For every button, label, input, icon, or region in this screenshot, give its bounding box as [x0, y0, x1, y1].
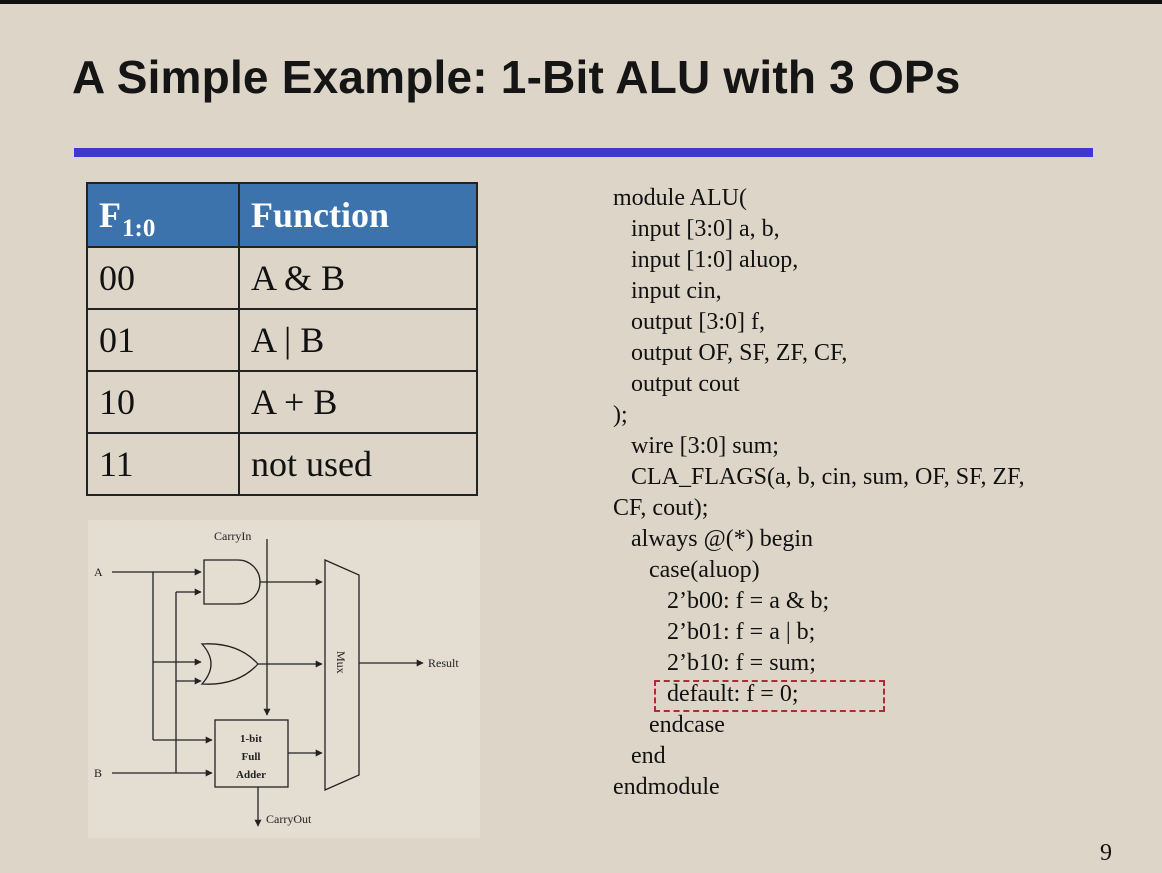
table-row: 01 A | B	[86, 308, 478, 372]
code-line: 2’b01: f = a | b;	[613, 619, 816, 645]
input-b-label: B	[94, 766, 102, 780]
function-cell: A + B	[238, 370, 478, 434]
function-table: F1:0 Function 00 A & B 01 A | B 10 A + B…	[86, 182, 478, 496]
code-line: CF, cout);	[613, 495, 709, 521]
carry-in-label: CarryIn	[214, 529, 251, 543]
header-cell-f: F1:0	[86, 182, 240, 248]
code-line: input cin,	[613, 278, 722, 304]
code-line: module ALU(	[613, 185, 747, 211]
code-line: output [3:0] f,	[613, 309, 765, 335]
adder-label-line3: Adder	[236, 769, 266, 781]
code-line: input [3:0] a, b,	[613, 216, 780, 242]
code-line: 2’b00: f = a & b;	[613, 588, 830, 614]
mux-trapezoid	[324, 559, 360, 791]
and-gate	[203, 559, 261, 605]
code-line: endmodule	[613, 774, 720, 800]
input-a-label: A	[94, 565, 103, 579]
table-row: 11 not used	[86, 432, 478, 496]
code-line: wire [3:0] sum;	[613, 433, 779, 459]
default-case-highlight	[654, 680, 885, 712]
title-rule	[74, 148, 1093, 157]
mux-label: Mux	[334, 651, 348, 674]
code-line: end	[613, 743, 666, 769]
adder-label-line2: Full	[242, 751, 261, 763]
function-cell: not used	[238, 432, 478, 496]
code-line: input [1:0] aluop,	[613, 247, 799, 273]
code-line: always @(*) begin	[613, 526, 814, 552]
code-line: 2’b10: f = sum;	[613, 650, 816, 676]
alu-circuit-svg: CarryIn A B Result CarryOut Mux 1-bit Fu…	[94, 529, 459, 827]
code-line: output OF, SF, ZF, CF,	[613, 340, 848, 366]
f-subscript: 1:0	[122, 215, 156, 242]
alu-circuit-diagram: CarryIn A B Result CarryOut Mux 1-bit Fu…	[88, 520, 480, 838]
or-gate	[200, 643, 259, 685]
header-cell-function: Function	[238, 182, 478, 248]
carry-out-label: CarryOut	[266, 812, 312, 826]
top-border	[0, 0, 1162, 4]
adder-label-line1: 1-bit	[240, 733, 262, 745]
function-table-header: F1:0 Function	[86, 182, 478, 248]
code-line: );	[613, 402, 628, 428]
code-cell: 11	[86, 432, 240, 496]
function-cell: A | B	[238, 308, 478, 372]
f-label: F	[99, 195, 121, 235]
result-label: Result	[428, 656, 459, 670]
code-line: case(aluop)	[613, 557, 760, 583]
code-cell: 00	[86, 246, 240, 310]
table-row: 00 A & B	[86, 246, 478, 310]
code-cell: 10	[86, 370, 240, 434]
code-line: CLA_FLAGS(a, b, cin, sum, OF, SF, ZF,	[613, 464, 1025, 490]
function-cell: A & B	[238, 246, 478, 310]
code-cell: 01	[86, 308, 240, 372]
code-line: output cout	[613, 371, 740, 397]
code-line: endcase	[613, 712, 725, 738]
page-number: 9	[1100, 840, 1112, 866]
slide-title: A Simple Example: 1-Bit ALU with 3 OPs	[72, 51, 961, 103]
table-row: 10 A + B	[86, 370, 478, 434]
